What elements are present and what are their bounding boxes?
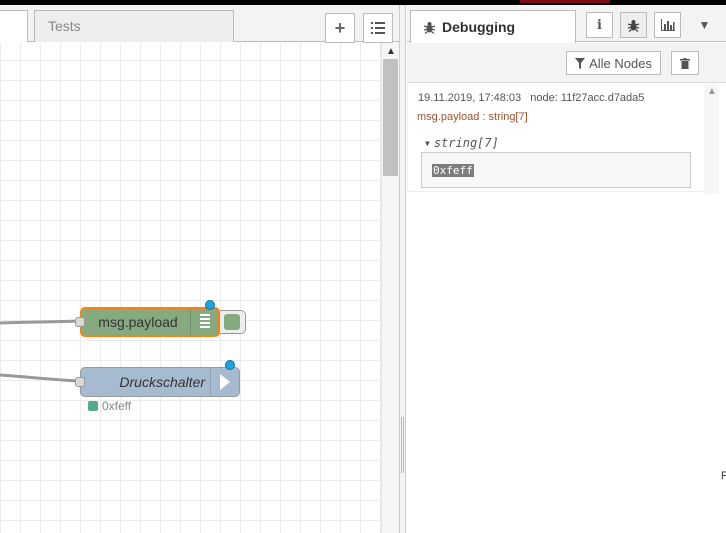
- debug-input-port[interactable]: [75, 317, 85, 327]
- filter-button-label: Alle Nodes: [589, 55, 652, 71]
- debug-node-label: msg.payload: [98, 314, 178, 330]
- message-value-box: 0xfeff: [421, 152, 691, 188]
- window-edge-text: F: [721, 470, 726, 482]
- debug-tab-button[interactable]: [620, 12, 647, 38]
- workspace-tab-tests[interactable]: Tests: [34, 10, 234, 42]
- message-meta: 19.11.2019, 17:48:03 node: 11f27acc.d7ad…: [418, 92, 644, 104]
- message-value[interactable]: 0xfeff: [432, 164, 474, 177]
- debug-toggle-button[interactable]: [220, 310, 246, 334]
- workspace-tab-label: Tests: [48, 18, 81, 34]
- message-node-link[interactable]: node: 11f27acc.d7ada5: [530, 92, 644, 104]
- debug-list-icon: [190, 309, 218, 335]
- message-timestamp: 19.11.2019, 17:48:03: [418, 92, 522, 104]
- wire-to-inject: [0, 373, 81, 383]
- debug-toolbar: Alle Nodes: [407, 43, 726, 83]
- list-icon: [371, 22, 385, 34]
- header-accent: [520, 0, 610, 3]
- workspace-tab-previous[interactable]: [0, 10, 28, 42]
- debug-message: 19.11.2019, 17:48:03 node: 11f27acc.d7ad…: [407, 84, 703, 192]
- tab-debugging[interactable]: Debugging: [410, 10, 576, 43]
- debug-messages-panel: 19.11.2019, 17:48:03 node: 11f27acc.d7ad…: [407, 84, 726, 533]
- bug-icon: [423, 21, 436, 34]
- message-type-toggle[interactable]: ▼ string[7]: [425, 136, 499, 150]
- tab-debugging-label: Debugging: [442, 19, 516, 35]
- scroll-up-icon[interactable]: ▲: [386, 46, 396, 57]
- inject-input-port[interactable]: [75, 377, 85, 387]
- changed-indicator-dot: [225, 360, 235, 370]
- splitter-grip[interactable]: [401, 417, 404, 473]
- caret-down-icon: ▼: [425, 138, 430, 148]
- bar-chart-icon: [660, 19, 675, 31]
- changed-indicator-dot: [205, 300, 215, 310]
- sidebar-tab-bar: Debugging i ▼: [407, 5, 726, 43]
- bug-icon: [627, 19, 640, 32]
- info-tab-button[interactable]: i: [586, 12, 613, 38]
- add-flow-button[interactable]: +: [325, 13, 355, 43]
- message-topic: msg.payload : string[7]: [417, 111, 528, 123]
- sidebar-menu-chevron-down-icon[interactable]: ▼: [691, 12, 718, 38]
- wire-to-debug: [0, 319, 81, 325]
- status-indicator-icon: [88, 401, 98, 411]
- filter-icon: [575, 57, 586, 69]
- output-arrow-icon: [210, 368, 239, 396]
- wires-layer: [0, 319, 81, 383]
- list-flows-button[interactable]: [363, 13, 393, 43]
- inject-node-label: Druckschalter: [119, 374, 205, 390]
- node-red-editor: Tests + msg.payload Druckschalter 0xfeff…: [0, 0, 726, 533]
- inject-node[interactable]: Druckschalter: [80, 367, 240, 397]
- filter-nodes-button[interactable]: Alle Nodes: [566, 51, 661, 75]
- sidebar-splitter[interactable]: [399, 5, 406, 533]
- scroll-up-icon[interactable]: ▲: [707, 86, 717, 97]
- debug-toggle-indicator: [224, 314, 240, 330]
- message-type: string[7]: [433, 136, 499, 150]
- workspace-tab-bar: Tests +: [0, 5, 399, 43]
- debug-node[interactable]: msg.payload: [80, 307, 220, 337]
- scrollbar-thumb[interactable]: [383, 59, 398, 176]
- dashboard-tab-button[interactable]: [654, 12, 681, 38]
- trash-icon: [680, 57, 690, 69]
- inject-node-status: 0xfeff: [88, 399, 131, 413]
- clear-messages-button[interactable]: [671, 51, 699, 75]
- canvas-vertical-scrollbar[interactable]: ▲: [381, 43, 399, 533]
- debug-scrollbar[interactable]: ▲: [704, 84, 719, 194]
- status-text: 0xfeff: [102, 399, 132, 413]
